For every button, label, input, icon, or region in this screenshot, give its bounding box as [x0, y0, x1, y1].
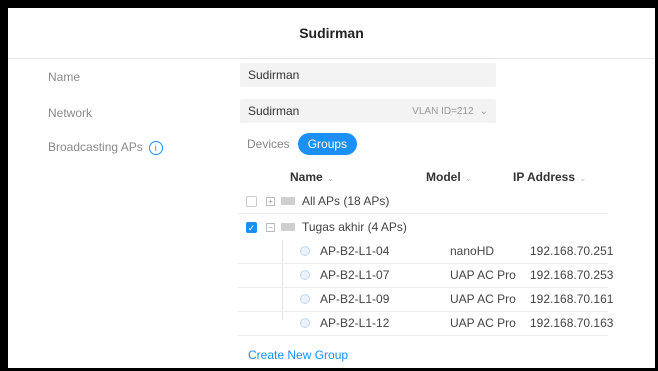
column-header-name-text: Name	[290, 170, 323, 184]
device-model: UAP AC Pro	[450, 316, 516, 330]
device-name: AP-B2-L1-12	[320, 316, 390, 330]
panel-header: Sudirman	[8, 8, 655, 59]
device-ip: 192.168.70.161	[530, 292, 614, 306]
expand-icon[interactable]: +	[266, 196, 275, 206]
access-point-icon	[300, 294, 310, 304]
collapse-icon[interactable]: −	[266, 222, 275, 232]
sort-caret-icon: ⌄	[464, 173, 473, 183]
group-folder-icon	[281, 197, 295, 205]
info-icon[interactable]: i	[148, 140, 163, 155]
device-model: UAP AC Pro	[450, 268, 516, 282]
ap-selection-tabs: Devices Groups	[247, 133, 358, 155]
device-row[interactable]: AP-B2-L1-07 UAP AC Pro 192.168.70.253	[238, 263, 613, 288]
device-name: AP-B2-L1-04	[320, 244, 390, 258]
access-point-icon	[300, 246, 310, 256]
broadcasting-aps-text: Broadcasting APs	[48, 140, 143, 154]
name-input-value: Sudirman	[248, 68, 300, 82]
device-model: UAP AC Pro	[450, 292, 516, 306]
sort-caret-icon: ⌄	[326, 173, 335, 183]
device-row[interactable]: AP-B2-L1-04 nanoHD 192.168.70.251	[238, 239, 613, 264]
device-model: nanoHD	[450, 244, 495, 258]
create-new-group-link[interactable]: Create New Group	[248, 348, 348, 362]
network-label: Network	[48, 106, 93, 120]
edit-network-panel: Sudirman Name Sudirman Network Sudirman …	[8, 8, 655, 368]
name-input[interactable]: Sudirman	[240, 63, 496, 87]
device-name: AP-B2-L1-07	[320, 268, 390, 282]
group-row-all-aps[interactable]: + All APs (18 APs)	[238, 189, 608, 214]
device-row[interactable]: AP-B2-L1-09 UAP AC Pro 192.168.70.161	[238, 287, 613, 312]
group-row-tugas-akhir[interactable]: ✓ − Tugas akhir (4 APs)	[238, 215, 608, 239]
group-name: All APs (18 APs)	[302, 194, 390, 208]
access-point-icon	[300, 318, 310, 328]
group-name: Tugas akhir (4 APs)	[302, 220, 407, 234]
device-name: AP-B2-L1-09	[320, 292, 390, 306]
panel-title: Sudirman	[299, 25, 364, 41]
access-point-icon	[300, 270, 310, 280]
broadcasting-aps-label: Broadcasting APs i	[48, 140, 163, 155]
column-header-ip[interactable]: IP Address ⌄	[513, 170, 587, 184]
group-checkbox-tugas-akhir[interactable]: ✓	[246, 221, 257, 233]
column-header-ip-text: IP Address	[513, 170, 576, 184]
network-select-value: Sudirman	[248, 104, 300, 118]
tab-devices[interactable]: Devices	[247, 137, 290, 151]
vlan-indicator: VLAN ID=212 ⌄	[412, 106, 488, 117]
device-ip: 192.168.70.251	[530, 244, 614, 258]
name-label: Name	[48, 70, 81, 84]
vlan-text: VLAN ID=212	[412, 105, 474, 117]
device-row[interactable]: AP-B2-L1-12 UAP AC Pro 192.168.70.163	[238, 311, 613, 336]
group-folder-icon	[281, 223, 295, 231]
group-checkbox-all-aps[interactable]	[246, 195, 257, 207]
column-header-model-text: Model	[426, 170, 461, 184]
column-header-name[interactable]: Name ⌄	[290, 170, 334, 184]
sort-caret-icon: ⌄	[579, 173, 587, 183]
chevron-down-icon: ⌄	[479, 105, 488, 117]
tab-groups[interactable]: Groups	[297, 133, 358, 155]
column-header-model[interactable]: Model ⌄	[426, 170, 472, 184]
device-ip: 192.168.70.163	[530, 316, 614, 330]
device-ip: 192.168.70.253	[530, 268, 614, 282]
network-select[interactable]: Sudirman VLAN ID=212 ⌄	[240, 99, 496, 123]
